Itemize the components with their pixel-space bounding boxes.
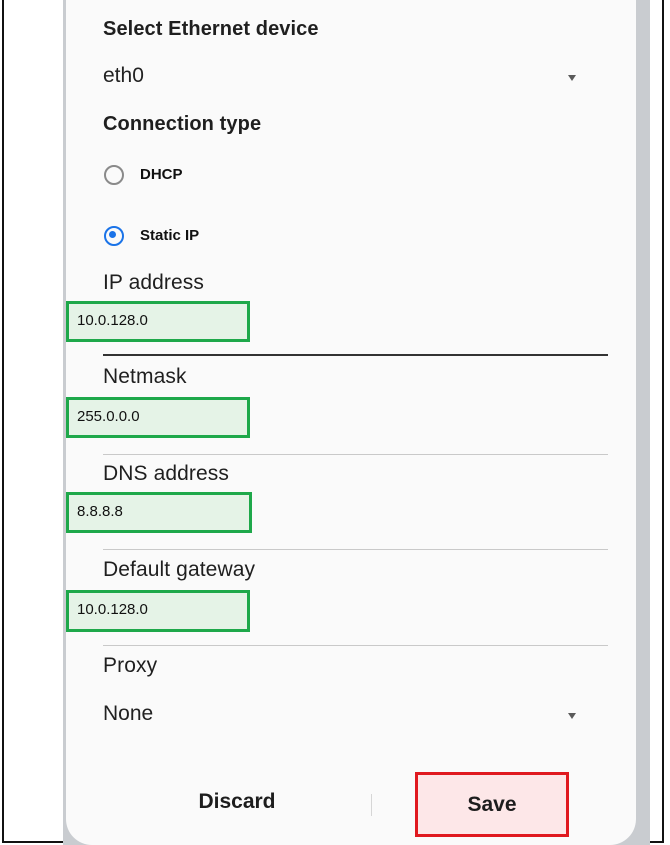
ip-address-underline bbox=[103, 354, 608, 356]
button-divider bbox=[371, 794, 372, 816]
radio-dhcp-label: DHCP bbox=[140, 166, 183, 183]
dns-address-label: DNS address bbox=[103, 462, 229, 485]
ip-address-value: 10.0.128.0 bbox=[77, 312, 148, 329]
proxy-value: None bbox=[103, 702, 154, 725]
proxy-dropdown[interactable]: None bbox=[103, 698, 583, 732]
default-gateway-underline bbox=[103, 645, 608, 646]
dns-address-field[interactable]: 8.8.8.8 bbox=[66, 492, 252, 533]
connection-type-title: Connection type bbox=[103, 113, 262, 135]
ip-address-field[interactable]: 10.0.128.0 bbox=[66, 301, 250, 342]
dns-address-underline bbox=[103, 549, 608, 550]
ethernet-device-title: Select Ethernet device bbox=[103, 18, 319, 40]
caret-down-icon bbox=[568, 75, 576, 81]
radio-checked-icon bbox=[104, 226, 124, 246]
discard-button[interactable]: Discard bbox=[162, 782, 312, 822]
ethernet-device-dropdown[interactable]: eth0 bbox=[103, 60, 583, 94]
default-gateway-field[interactable]: 10.0.128.0 bbox=[66, 590, 250, 632]
default-gateway-value: 10.0.128.0 bbox=[77, 601, 148, 618]
save-button-label: Save bbox=[467, 793, 517, 816]
ip-address-label: IP address bbox=[103, 271, 205, 294]
ethernet-device-value: eth0 bbox=[103, 64, 144, 87]
radio-dhcp[interactable]: DHCP bbox=[103, 160, 303, 190]
ethernet-settings-dialog: Select Ethernet device eth0 Connection t… bbox=[66, 0, 636, 845]
netmask-underline bbox=[103, 454, 608, 455]
netmask-field[interactable]: 255.0.0.0 bbox=[66, 397, 250, 438]
radio-static-ip-label: Static IP bbox=[140, 227, 200, 244]
save-button[interactable]: Save bbox=[415, 772, 569, 837]
radio-unchecked-icon bbox=[104, 165, 124, 185]
proxy-title: Proxy bbox=[103, 654, 158, 677]
radio-static-ip[interactable]: Static IP bbox=[103, 221, 303, 251]
default-gateway-label: Default gateway bbox=[103, 558, 256, 581]
dns-address-value: 8.8.8.8 bbox=[77, 503, 123, 520]
caret-down-icon bbox=[568, 713, 576, 719]
netmask-value: 255.0.0.0 bbox=[77, 408, 140, 425]
netmask-label: Netmask bbox=[103, 365, 187, 388]
